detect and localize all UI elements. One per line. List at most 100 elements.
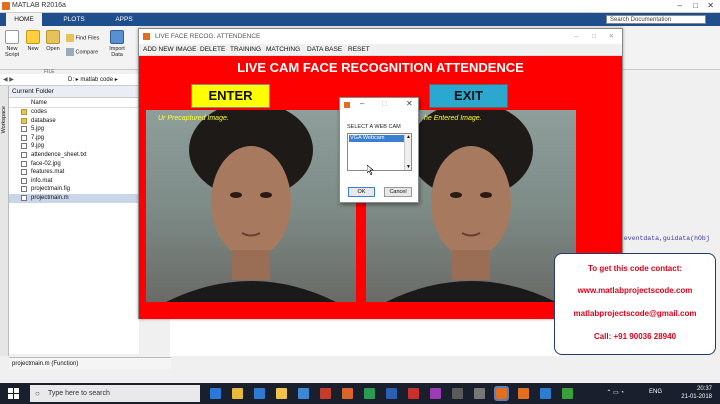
file-list-item[interactable]: projectmain.m (9, 193, 139, 203)
app-heading: LIVE CAM FACE RECOGNITION ATTENDENCE (237, 60, 524, 75)
acrobat-icon[interactable] (408, 388, 419, 399)
nav-arrows-icon[interactable]: ◀ ▶ (3, 76, 14, 83)
contact-email: matlabprojectscode@gmail.com (573, 309, 697, 318)
compare-button[interactable]: Compare (66, 48, 106, 56)
task-view-icon[interactable] (210, 388, 221, 399)
file-list-item[interactable]: projectmain.fig (9, 185, 139, 194)
file-name: 5.jpg (31, 126, 45, 133)
file-list-item[interactable]: database (9, 117, 139, 126)
file-list-item[interactable]: face-02.jpg (9, 160, 139, 169)
minimize-icon[interactable]: – (678, 1, 682, 10)
address-bar[interactable]: ◀ ▶ D: ▸ matlab code ▸ (0, 74, 140, 86)
maximize-icon[interactable]: □ (382, 99, 387, 108)
workspace-side-tab[interactable]: Workspace (0, 86, 9, 356)
search-documentation-input[interactable]: Search Documentation (606, 15, 706, 24)
find-files-button[interactable]: Find Files (66, 34, 106, 42)
webcam-listbox[interactable]: VGA Webcam ▲ ▼ (347, 133, 412, 171)
app-icon[interactable] (474, 388, 485, 399)
folder-icon (21, 109, 27, 115)
menu-training[interactable]: TRAINING (230, 46, 261, 53)
minimize-icon[interactable]: – (574, 29, 578, 44)
figure-title-bar: LIVE FACE RECOG. ATTENDENCE – □ ✕ (139, 29, 622, 44)
file-name: 9.jpg (31, 143, 45, 150)
entered-caption: he Entered Image. (424, 115, 482, 122)
media-player-icon[interactable] (320, 388, 331, 399)
open-button[interactable]: Open (44, 30, 62, 52)
app-icon[interactable] (540, 388, 551, 399)
file-icon (21, 194, 27, 201)
file-icon (21, 143, 27, 150)
close-icon[interactable]: ✕ (609, 29, 614, 44)
menu-database[interactable]: DATA BASE (307, 46, 342, 53)
word-icon[interactable] (386, 388, 397, 399)
tab-home[interactable]: HOME (6, 13, 42, 26)
app-icon[interactable] (430, 388, 441, 399)
import-data-button[interactable]: Import Data (106, 30, 128, 58)
maximize-icon[interactable]: □ (592, 29, 596, 44)
menu-add-new-image[interactable]: ADD NEW IMAGE (143, 46, 196, 53)
column-header-name[interactable]: Name (9, 98, 139, 108)
exit-button[interactable]: EXIT (429, 84, 508, 108)
file-icon (21, 126, 27, 133)
edge-icon[interactable] (254, 388, 265, 399)
clock[interactable]: 20:37 21-01-2018 (681, 385, 712, 401)
file-list-item[interactable]: 9.jpg (9, 142, 139, 151)
file-icon (21, 160, 27, 167)
app-icon[interactable] (562, 388, 573, 399)
tab-plots[interactable]: PLOTS (56, 13, 92, 26)
contact-website: www.matlabprojectscode.com (577, 286, 693, 295)
windows-start-icon[interactable] (8, 388, 19, 399)
command-window[interactable] (170, 316, 560, 356)
minimize-icon[interactable]: – (360, 99, 364, 108)
app-icon[interactable] (342, 388, 353, 399)
close-icon[interactable]: ✕ (406, 99, 413, 108)
new-button[interactable]: New (24, 30, 42, 52)
figure-title: LIVE FACE RECOG. ATTENDENCE (155, 33, 261, 40)
scroll-up-icon[interactable]: ▲ (406, 134, 411, 140)
store-icon[interactable] (298, 388, 309, 399)
address-path: D: ▸ matlab code ▸ (68, 77, 118, 83)
file-name: database (31, 117, 56, 124)
menu-matching[interactable]: MATCHING (266, 46, 300, 53)
close-icon[interactable]: ✕ (707, 1, 714, 10)
matlab-logo-icon (2, 2, 10, 10)
app-title: MATLAB R2016a (12, 2, 66, 9)
workspace-tab-label: Workspace (1, 106, 7, 134)
cancel-button[interactable]: Cancel (384, 187, 412, 197)
listbox-scrollbar[interactable]: ▲ ▼ (404, 134, 411, 170)
find-files-icon (66, 34, 74, 42)
compare-icon (66, 48, 74, 56)
file-list-item[interactable]: attendence_sheet.txt (9, 151, 139, 160)
app-icon[interactable] (452, 388, 463, 399)
scroll-down-icon[interactable]: ▼ (406, 164, 411, 170)
matlab-taskbar-icon[interactable] (494, 386, 509, 401)
menu-reset[interactable]: RESET (348, 46, 370, 53)
webcam-option[interactable]: VGA Webcam (349, 135, 405, 142)
excel-icon[interactable] (364, 388, 375, 399)
file-list-item[interactable]: features.mat (9, 168, 139, 177)
file-name: info.mat (31, 177, 53, 184)
contact-overlay: To get this code contact: www.matlabproj… (554, 253, 716, 355)
file-explorer-icon[interactable] (276, 388, 287, 399)
tab-apps[interactable]: APPS (106, 13, 142, 26)
new-script-button[interactable]: New Script (2, 30, 22, 58)
file-list-item[interactable]: codes (9, 108, 139, 117)
matlab-figure-taskbar-icon[interactable] (518, 388, 529, 399)
file-list-item[interactable]: info.mat (9, 177, 139, 186)
language-indicator[interactable]: ENG (649, 389, 662, 395)
file-icon (21, 151, 27, 158)
matlab-logo-icon (143, 33, 150, 40)
maximize-icon[interactable]: □ (693, 1, 698, 10)
clock-date: 21-01-2018 (681, 394, 712, 400)
folder-icon (21, 117, 27, 124)
tray-icons[interactable]: ⌃ ▭ ◔ (606, 389, 624, 396)
file-name: projectmain.fig (31, 186, 71, 193)
chrome-icon[interactable] (232, 388, 243, 399)
file-list-item[interactable]: 5.jpg (9, 125, 139, 134)
ok-button[interactable]: OK (348, 187, 375, 197)
file-icon (21, 134, 27, 141)
taskbar-search-input[interactable]: ○ Type here to search (30, 385, 200, 402)
enter-button[interactable]: ENTER (191, 84, 270, 108)
file-list-item[interactable]: 7.jpg (9, 134, 139, 143)
menu-delete[interactable]: DELETE (200, 46, 225, 53)
